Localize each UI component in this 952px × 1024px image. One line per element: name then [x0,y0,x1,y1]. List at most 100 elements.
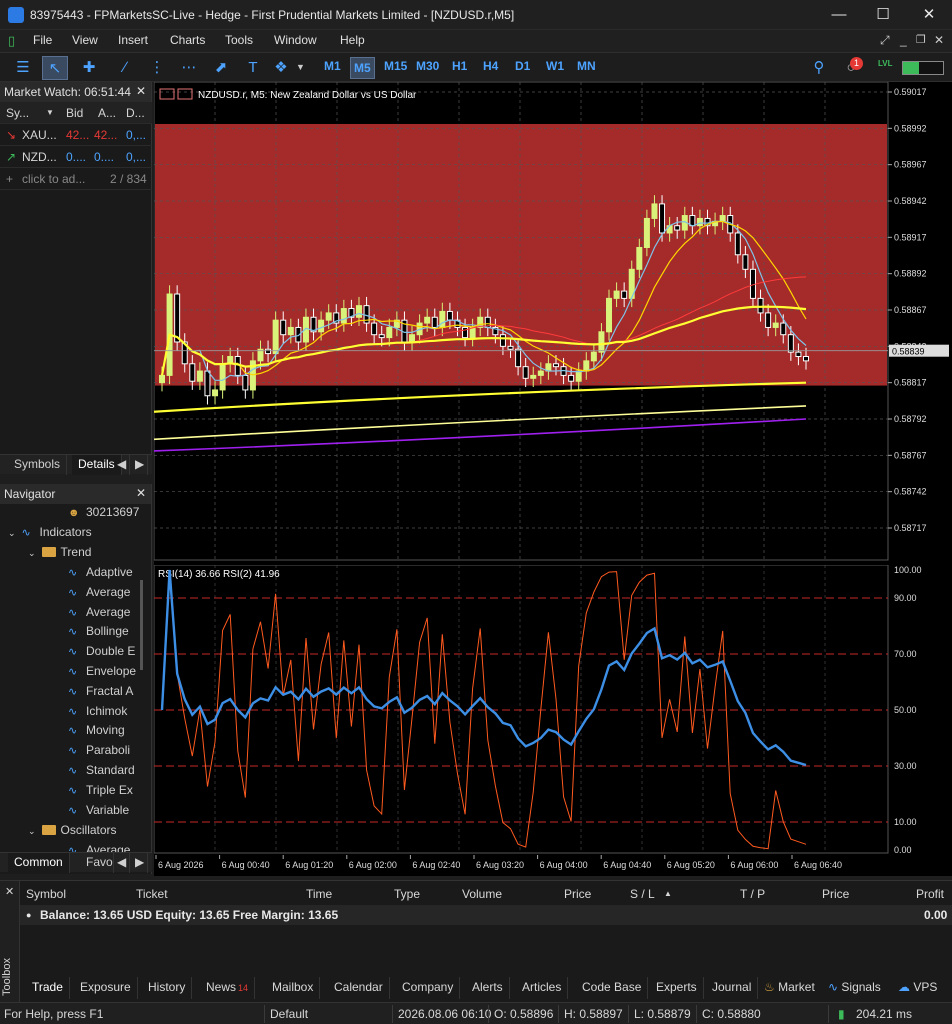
minimize-button[interactable]: — [816,0,862,30]
chevron-down-icon[interactable]: ▼ [296,62,305,72]
tf-m5[interactable]: M5 [350,57,375,79]
col-bid[interactable]: Bid [66,102,83,124]
menu-file[interactable]: File [33,33,52,47]
text-icon[interactable]: T [240,56,266,80]
nav-trend-item[interactable]: ∿ Average [68,582,130,602]
close-icon[interactable]: ✕ [5,885,14,898]
col-current-price[interactable]: Price [822,887,849,901]
col-profit[interactable]: Profit [916,887,944,901]
status-profile[interactable]: Default [270,1007,308,1021]
price-chart[interactable]: 0.59017 0.58992 0.58967 0.58942 0.58917 0.588… [154,82,952,562]
nav-trend-item[interactable]: ∿ Ichimok [68,701,127,721]
tab-vps[interactable]: ☁ VPS [892,977,943,999]
nav-trend-item[interactable]: ∿ Moving [68,720,125,740]
rsi-chart[interactable]: 100.00 90.00 70.00 50.00 30.00 10.00 0.00 RSI(1… [154,565,952,855]
crosshair-icon[interactable]: ✚ [76,56,102,80]
tf-m1[interactable]: M1 [324,59,341,73]
tab-news[interactable]: News 14 [200,977,256,999]
close-child-icon[interactable]: ✕ [934,33,944,47]
market-watch-row[interactable]: ↘ XAU... 42... 42... 0,... [0,124,152,146]
nav-trend-item[interactable]: ∿ Adaptive [68,562,133,582]
tab-common[interactable]: Common [8,853,70,873]
tab-journal[interactable]: Journal [706,977,759,999]
col-tp[interactable]: T / P [740,887,765,901]
tf-m15[interactable]: M15 [384,59,407,73]
nav-trend-item[interactable]: ∿ Bollinge [68,621,129,641]
navigator-scrollbar[interactable] [140,580,143,670]
tab-symbols[interactable]: Symbols [8,455,68,475]
chart-window[interactable]: 0.59017 0.58992 0.58967 0.58942 0.58917 0.588… [154,82,952,876]
tab-trade[interactable]: Trade [26,977,70,999]
tab-scroll-left-icon[interactable]: ◀ [114,853,131,873]
nav-indicators[interactable]: ⌄ ∿ Indicators [8,522,92,542]
search-icon[interactable]: ⚲ [806,56,832,80]
tf-m30[interactable]: M30 [416,59,439,73]
tab-calendar[interactable]: Calendar [328,977,390,999]
close-icon[interactable]: ✕ [136,486,146,500]
col-volume[interactable]: Volume [462,887,502,901]
tab-exposure[interactable]: Exposure [74,977,138,999]
menu-charts[interactable]: Charts [170,33,205,47]
tf-h1[interactable]: H1 [452,59,467,73]
shapes-icon[interactable]: ❖ [268,56,294,80]
level-icon[interactable]: LVL [878,59,893,68]
tab-signals[interactable]: ∿ Signals [822,977,887,999]
menu-view[interactable]: View [72,33,98,47]
nav-trend-item[interactable]: ∿ Double E [68,641,135,661]
tf-d1[interactable]: D1 [515,59,530,73]
chart-menu-icon[interactable]: ▯ [8,33,15,49]
menu-tools[interactable]: Tools [225,33,253,47]
tf-w1[interactable]: W1 [546,59,564,73]
nav-account[interactable]: ☻ 30213697 [68,502,139,522]
col-symbol[interactable]: Sy... [6,102,29,124]
add-symbol-row[interactable]: + click to ad... 2 / 834 [0,168,152,190]
vertical-line-icon[interactable]: ⋮ [144,56,170,80]
col-daily[interactable]: D... [126,102,145,124]
pin-icon[interactable]: ⤢ [880,33,890,48]
col-type[interactable]: Type [394,887,420,901]
nav-trend-item[interactable]: ∿ Standard [68,760,135,780]
trendline-icon[interactable]: ∕ [112,56,138,80]
col-time[interactable]: Time [306,887,332,901]
balance-row[interactable]: ● Balance: 13.65 USD Equity: 13.65 Free … [20,905,952,925]
channel-icon[interactable]: ⬈ [208,56,234,80]
nav-trend[interactable]: ⌄ Trend [28,542,91,562]
nav-trend-item[interactable]: ∿ Paraboli [68,740,130,760]
tab-history[interactable]: History [142,977,193,999]
menu-insert[interactable]: Insert [118,33,148,47]
menu-help[interactable]: Help [340,33,365,47]
nav-trend-item[interactable]: ∿ Envelope [68,661,136,681]
nav-trend-item[interactable]: ∿ Fractal A [68,681,133,701]
maximize-button[interactable]: ☐ [860,0,906,30]
nav-trend-item[interactable]: ∿ Variable [68,800,129,820]
nav-oscillators[interactable]: ⌄ Oscillators [28,820,117,840]
tab-alerts[interactable]: Alerts [466,977,510,999]
restore-child-window-icon[interactable]: ❐ [916,33,926,46]
close-button[interactable]: ✕ [906,0,952,30]
menu-lines-icon[interactable]: ☰ [10,56,36,80]
tab-scroll-left-icon[interactable]: ◀ [114,455,131,475]
col-sl[interactable]: S / L [630,887,655,901]
tab-code-base[interactable]: Code Base [576,977,649,999]
close-icon[interactable]: ✕ [136,84,146,98]
nav-trend-item[interactable]: ∿ Triple Ex [68,780,133,800]
menu-window[interactable]: Window [274,33,317,47]
tab-mailbox[interactable]: Mailbox [266,977,321,999]
tab-scroll-right-icon[interactable]: ▶ [132,455,149,475]
tab-favorites[interactable]: Favo [80,853,114,873]
tab-scroll-right-icon[interactable]: ▶ [132,853,149,873]
tab-articles[interactable]: Articles [516,977,569,999]
restore-child-icon[interactable]: _ [900,33,907,47]
tf-h4[interactable]: H4 [483,59,498,73]
nav-trend-item[interactable]: ∿ Average [68,602,130,622]
col-symbol[interactable]: Symbol [26,887,66,901]
tf-mn[interactable]: MN [577,59,596,73]
col-ask[interactable]: A... [98,102,116,124]
horizontal-line-icon[interactable]: ⋯ [176,56,202,80]
col-ticket[interactable]: Ticket [136,887,168,901]
tab-market[interactable]: ♨ Market [758,977,821,999]
col-price[interactable]: Price [564,887,591,901]
market-watch-row[interactable]: ↗ NZD... 0.... 0.... 0,... [0,146,152,168]
cursor-icon[interactable]: ↖ [42,56,68,80]
tab-experts[interactable]: Experts [650,977,704,999]
